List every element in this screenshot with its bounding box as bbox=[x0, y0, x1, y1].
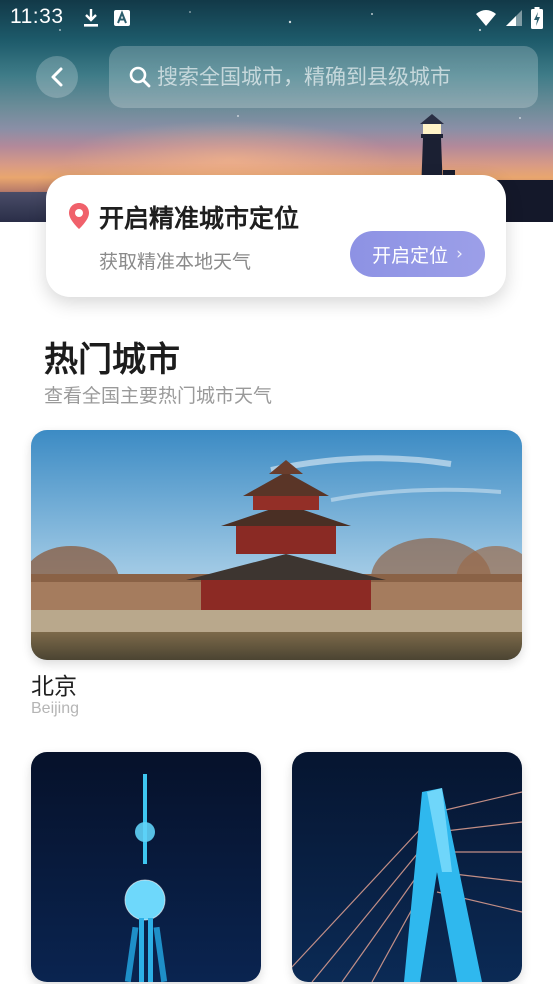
city-card-beijing[interactable] bbox=[31, 430, 522, 660]
status-bar: 11:33 bbox=[0, 0, 553, 36]
location-card-subtitle: 获取精准本地天气 bbox=[99, 251, 252, 273]
chevron-right-icon: › bbox=[456, 244, 463, 264]
battery-charging-icon bbox=[531, 7, 543, 29]
location-card: 开启精准城市定位 获取精准本地天气 开启定位 › bbox=[46, 175, 506, 297]
tv-tower-image bbox=[31, 752, 261, 982]
enable-location-label: 开启定位 bbox=[372, 244, 449, 267]
enable-location-button[interactable]: 开启定位 › bbox=[350, 231, 485, 277]
signal-icon bbox=[506, 10, 522, 26]
location-card-title: 开启精准城市定位 bbox=[99, 204, 300, 233]
search-input[interactable] bbox=[157, 65, 517, 89]
back-button[interactable] bbox=[36, 56, 78, 98]
location-pin-icon bbox=[69, 203, 89, 229]
city-card-2[interactable] bbox=[31, 752, 261, 982]
chevron-left-icon bbox=[51, 67, 63, 87]
hot-cities-title: 热门城市 bbox=[44, 340, 180, 380]
hot-cities-subtitle: 查看全国主要热门城市天气 bbox=[44, 385, 273, 407]
city-card-3[interactable] bbox=[292, 752, 522, 982]
forbidden-city-image bbox=[31, 430, 522, 660]
status-time: 11:33 bbox=[10, 5, 64, 28]
city-pinyin-beijing: Beijing bbox=[31, 700, 80, 717]
download-icon bbox=[84, 9, 98, 27]
search-icon bbox=[129, 66, 151, 88]
text-a-icon bbox=[114, 10, 130, 26]
search-bar[interactable] bbox=[109, 46, 538, 108]
bridge-image bbox=[292, 752, 522, 982]
wifi-icon bbox=[476, 10, 496, 26]
city-name-beijing: 北京 bbox=[31, 674, 77, 700]
